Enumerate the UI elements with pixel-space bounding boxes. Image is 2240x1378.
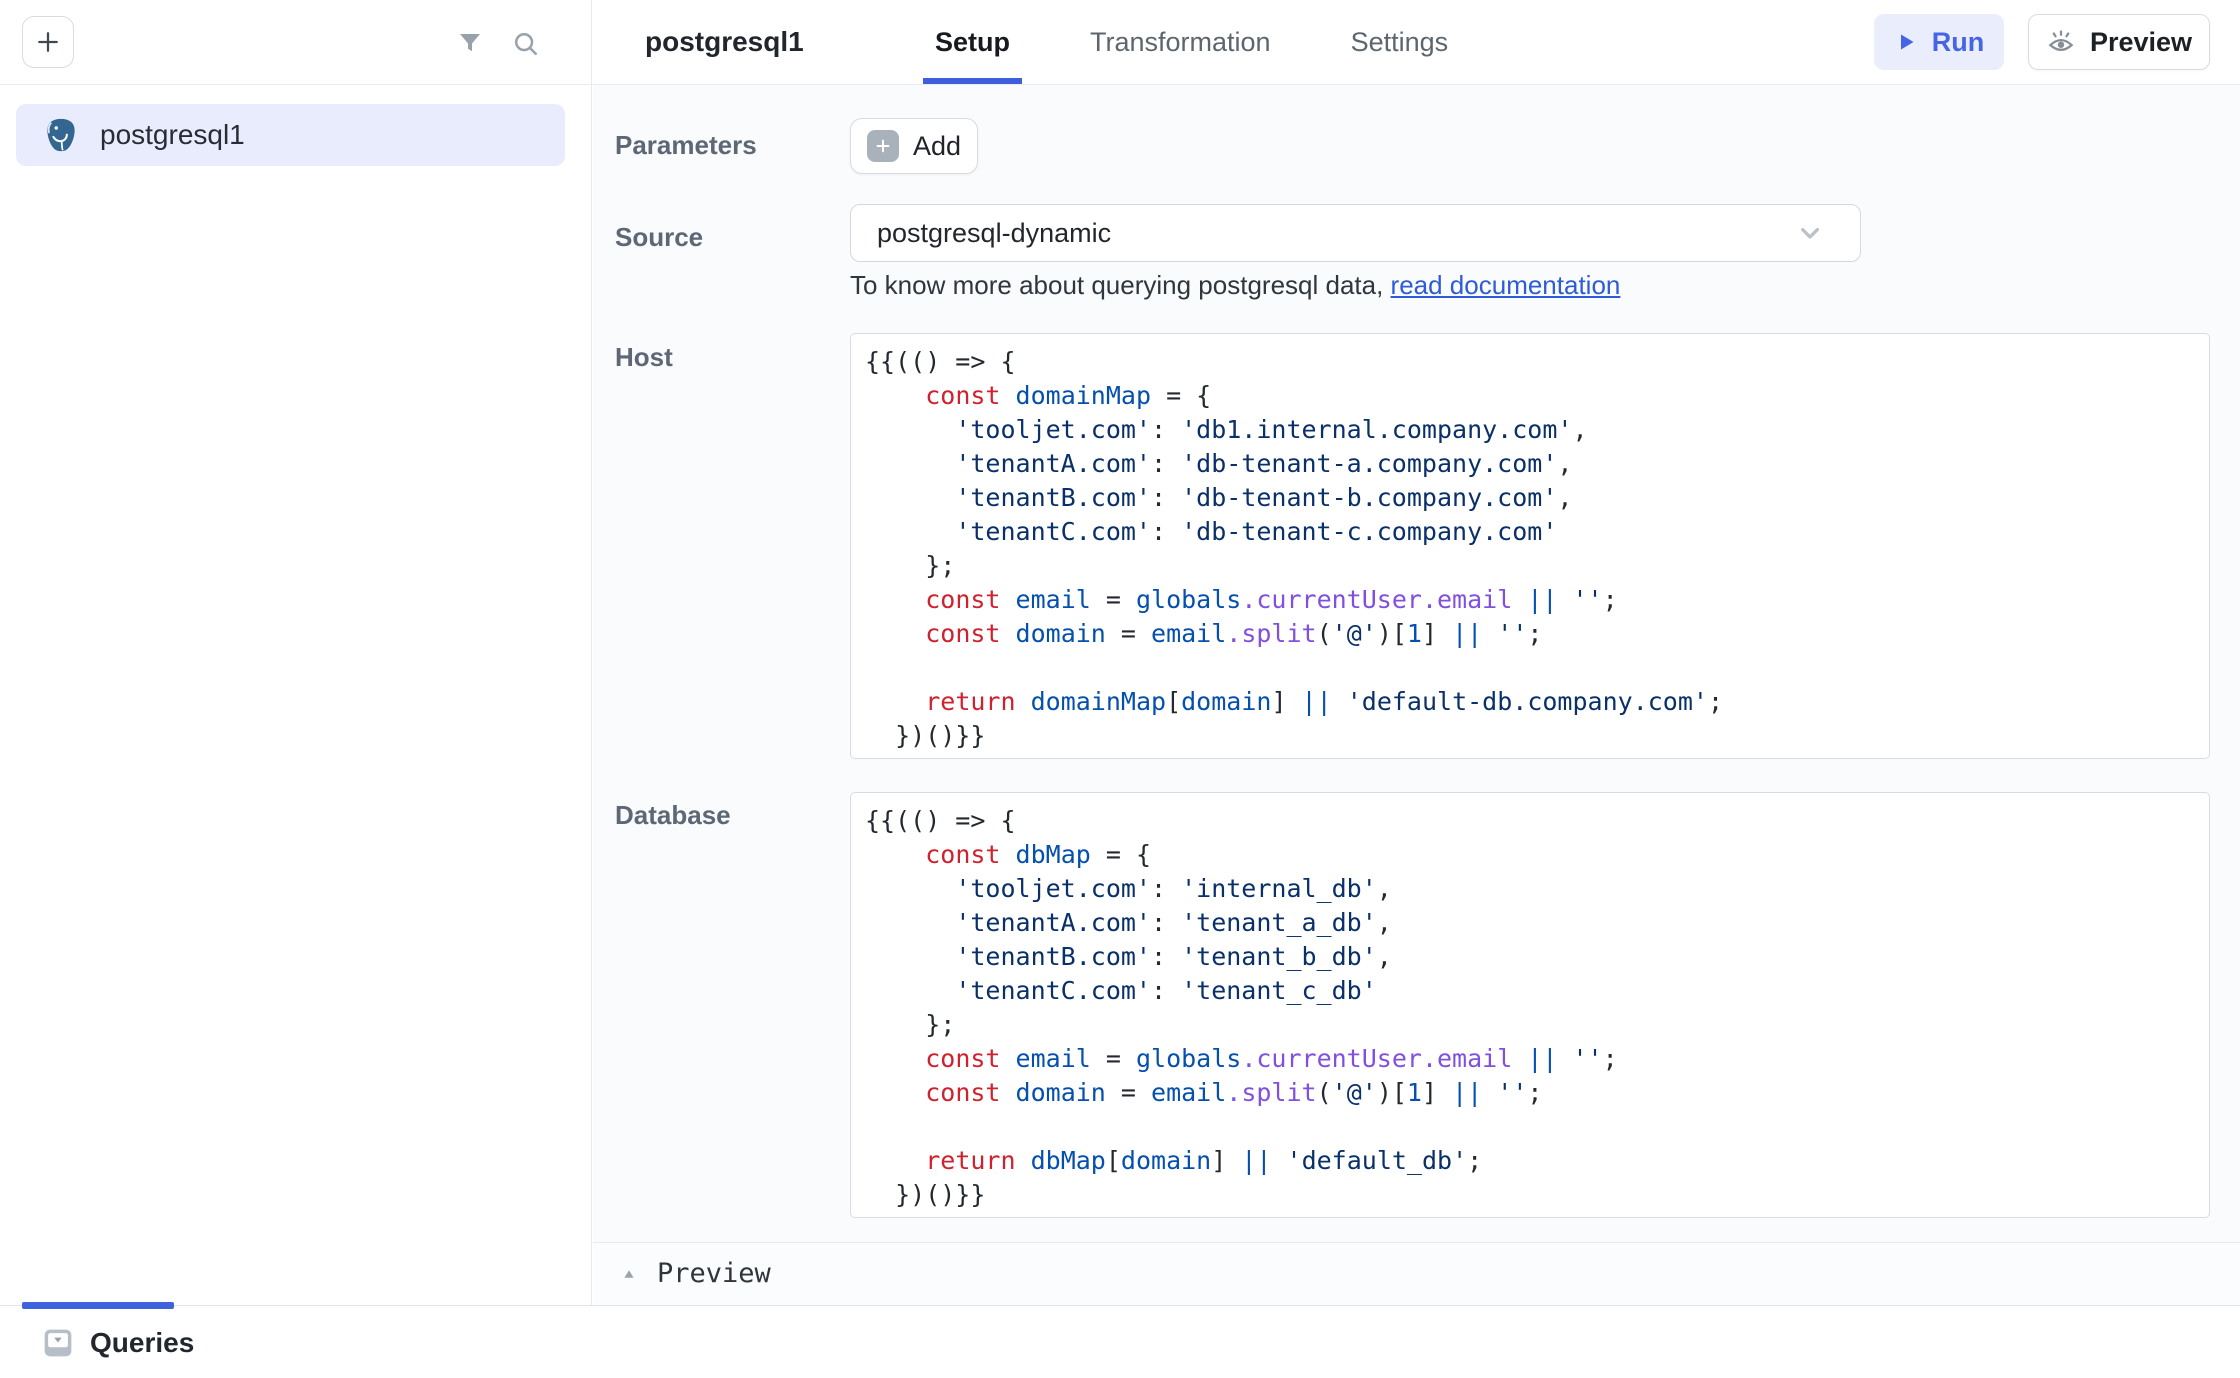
filter-button[interactable] xyxy=(453,27,487,61)
query-main-panel: postgresql1 Setup Transformation Setting… xyxy=(593,0,2240,1305)
documentation-hint-text: To know more about querying postgresql d… xyxy=(850,270,1391,300)
queries-panel-toggle[interactable]: Queries xyxy=(42,1306,194,1378)
query-editor-screen: postgresql1 postgresql1 Setup Transforma… xyxy=(0,0,2240,1378)
bottom-panel-bar: Queries xyxy=(0,1305,2240,1378)
search-icon xyxy=(511,29,541,59)
query-title: postgresql1 xyxy=(645,0,804,84)
sidebar-item-postgresql1[interactable]: postgresql1 xyxy=(16,104,565,166)
search-button[interactable] xyxy=(509,27,543,61)
plus-icon xyxy=(33,27,63,57)
queries-panel-icon xyxy=(42,1327,74,1359)
eye-icon xyxy=(2046,27,2076,57)
plus-icon xyxy=(867,130,899,162)
header-actions: Run Preview xyxy=(1874,14,2210,70)
postgresql-icon xyxy=(42,116,80,154)
parameters-label: Parameters xyxy=(615,130,757,161)
play-icon xyxy=(1894,30,1918,54)
queries-panel-label: Queries xyxy=(90,1327,194,1359)
run-button-label: Run xyxy=(1932,27,1984,58)
host-label: Host xyxy=(615,342,673,373)
source-select[interactable]: postgresql-dynamic xyxy=(850,204,1861,262)
add-query-button[interactable] xyxy=(22,16,74,68)
tab-transformation[interactable]: Transformation xyxy=(1078,0,1283,84)
source-label: Source xyxy=(615,222,703,253)
documentation-hint: To know more about querying postgresql d… xyxy=(850,270,1620,301)
queries-sidebar: postgresql1 xyxy=(0,0,592,1305)
funnel-icon xyxy=(455,29,485,59)
run-button[interactable]: Run xyxy=(1874,14,2004,70)
preview-panel-label: Preview xyxy=(657,1258,771,1289)
query-header: postgresql1 Setup Transformation Setting… xyxy=(593,0,2240,85)
add-parameter-button[interactable]: Add xyxy=(850,118,978,174)
add-parameter-label: Add xyxy=(913,131,961,162)
tab-settings[interactable]: Settings xyxy=(1339,0,1461,84)
preview-panel-toggle[interactable]: Preview xyxy=(593,1242,2240,1304)
database-code-editor[interactable]: {{(() => { const dbMap = { 'tooljet.com'… xyxy=(850,792,2210,1218)
read-documentation-link[interactable]: read documentation xyxy=(1391,270,1621,300)
source-select-value: postgresql-dynamic xyxy=(877,218,1111,249)
sidebar-item-label: postgresql1 xyxy=(100,119,245,151)
database-label: Database xyxy=(615,800,731,831)
chevron-down-icon xyxy=(1794,217,1826,249)
preview-button[interactable]: Preview xyxy=(2028,14,2210,70)
host-code-editor[interactable]: {{(() => { const domainMap = { 'tooljet.… xyxy=(850,333,2210,759)
tab-setup[interactable]: Setup xyxy=(923,0,1022,84)
query-tabs: Setup Transformation Settings xyxy=(923,0,1460,84)
preview-button-label: Preview xyxy=(2090,27,2192,58)
collapse-up-icon xyxy=(619,1264,639,1284)
sidebar-header xyxy=(0,0,591,85)
